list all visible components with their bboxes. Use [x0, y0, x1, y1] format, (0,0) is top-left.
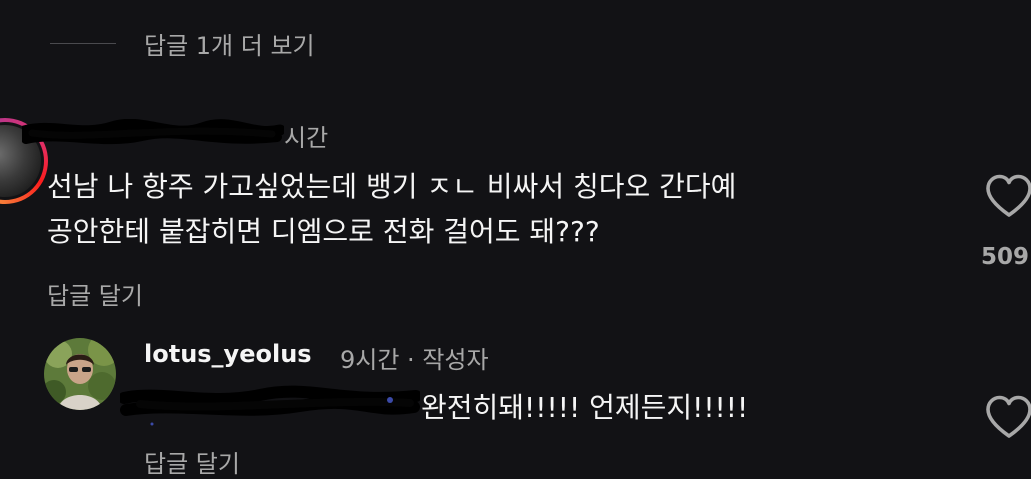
view-more-replies-button[interactable]: 답글 1개 더 보기 [144, 26, 315, 61]
heart-outline-icon[interactable] [985, 174, 1031, 218]
thread-line-divider [50, 43, 116, 44]
reply-timestamp-author-badge: 9시간 · 작성자 [340, 346, 489, 374]
like-count: 509 [981, 244, 1030, 270]
comment-text: 선남 나 항주 가고싶었는데 뱅기 ㅈㄴ 비싸서 칭다오 간다예 공안한테 붙잡… [47, 164, 736, 254]
reply-text: 완전히돼!!!!! 언제든지!!!!! [421, 391, 749, 424]
reply-author-username[interactable]: lotus_yeolus [144, 340, 312, 368]
avatar-photo [44, 338, 116, 410]
comment-timestamp: 시간 [284, 124, 329, 152]
comment-text-line: 공안한테 붙잡히면 디엠으로 전화 걸어도 돼??? [47, 215, 600, 248]
redacted-username-scribble [22, 119, 284, 145]
reply-author-avatar[interactable] [44, 338, 116, 410]
redacted-mention-scribble [120, 385, 420, 426]
heart-outline-icon[interactable] [985, 395, 1031, 439]
reply-button[interactable]: 답글 달기 [47, 276, 143, 311]
comment-text-line: 선남 나 항주 가고싶었는데 뱅기 ㅈㄴ 비싸서 칭다오 간다예 [47, 170, 737, 203]
